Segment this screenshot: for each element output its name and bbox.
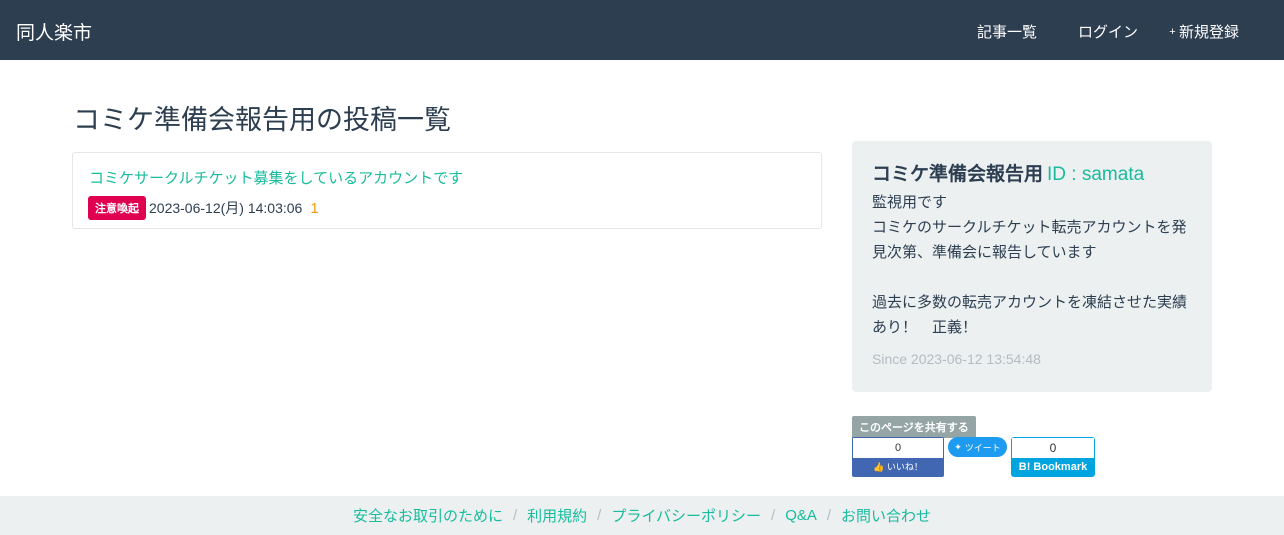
nav-login-label: ログイン	[1077, 24, 1138, 41]
footer-separator: /	[826, 507, 832, 524]
facebook-like-count: 0	[853, 438, 943, 458]
nav-menu: 記事一覧 ログイン + 新規登録	[966, 21, 1239, 42]
tweet-button[interactable]: ✦ ツイート	[948, 437, 1007, 457]
category-badge[interactable]: 注意喚起	[88, 196, 146, 220]
profile-bio: 監視用です コミケのサークルチケット転売アカウントを発見次第、準備会に報告してい…	[872, 194, 1188, 336]
post-title-link[interactable]: コミケサークルチケット募集をしているアカウントです	[89, 167, 463, 188]
since-text: Since 2023-06-12 13:54:48	[872, 351, 1041, 367]
post-meta: 注意喚起 2023-06-12(月) 14:03:06 1	[88, 196, 319, 220]
footer-link-qa[interactable]: Q&A	[785, 507, 817, 524]
facebook-like-button[interactable]: 0 👍 いいね！	[852, 437, 944, 477]
footer-separator: /	[597, 507, 602, 524]
facebook-like-label: 👍 いいね！	[853, 458, 943, 476]
nav-articles[interactable]: 記事一覧	[966, 21, 1037, 42]
footer-separator: /	[512, 507, 518, 524]
hatena-bookmark-count: 0	[1012, 438, 1094, 458]
footer: 安全なお取引のために / 利用規約 / プライバシーポリシー / Q&A / お…	[0, 496, 1284, 535]
nav-register[interactable]: + 新規登録	[1168, 21, 1239, 42]
footer-separator: /	[771, 507, 776, 524]
hatena-bookmark-button[interactable]: 0 B! Bookmark	[1011, 437, 1095, 477]
page-title: コミケ準備会報告用の投稿一覧	[73, 105, 451, 135]
profile-header: コミケ準備会報告用 ID : samata	[872, 159, 1192, 186]
hatena-bookmark-label: B! Bookmark	[1012, 458, 1094, 476]
nav-login[interactable]: ログイン	[1067, 21, 1138, 42]
profile-name: コミケ準備会報告用	[872, 159, 1043, 186]
site-brand[interactable]: 同人楽市	[16, 18, 92, 45]
footer-link-terms[interactable]: 利用規約	[527, 505, 587, 526]
share-label: このページを共有する	[852, 416, 976, 438]
thumbs-up-icon: 👍	[873, 462, 887, 472]
profile-card: コミケ準備会報告用 ID : samata 監視用です コミケのサークルチケット…	[852, 141, 1212, 392]
profile-name-text: コミケ準備会報告用	[872, 164, 1044, 185]
profile-id[interactable]: ID : samata	[1047, 164, 1144, 186]
tweet-label: ツイート	[964, 442, 1001, 453]
facebook-like-text: いいね！	[886, 462, 923, 472]
footer-link-contact[interactable]: お問い合わせ	[841, 505, 931, 526]
comment-count: 1	[310, 199, 319, 217]
footer-link-privacy[interactable]: プライバシーポリシー	[611, 505, 761, 526]
plus-icon: +	[1169, 25, 1176, 38]
post-card: コミケサークルチケット募集をしているアカウントです 注意喚起 2023-06-1…	[72, 152, 822, 229]
nav-articles-label: 記事一覧	[976, 24, 1037, 41]
twitter-bird-icon: ✦	[954, 441, 962, 452]
profile-since: Since 2023-06-12 13:54:48	[872, 351, 1041, 367]
top-navbar: 同人楽市 記事一覧 ログイン + 新規登録	[0, 0, 1284, 60]
nav-register-label: 新規登録	[1178, 24, 1239, 41]
post-datetime: 2023-06-12(月) 14:03:06	[149, 200, 303, 216]
footer-link-safety[interactable]: 安全なお取引のために	[353, 505, 503, 526]
